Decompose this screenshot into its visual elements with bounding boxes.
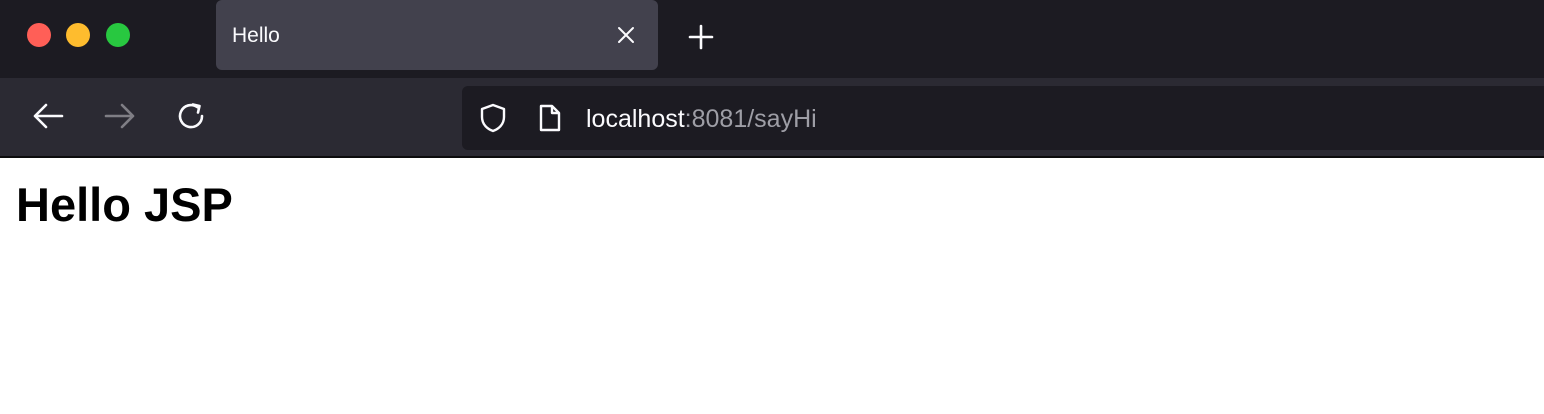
- page-content: Hello JSP: [0, 160, 1544, 414]
- plus-icon[interactable]: [686, 22, 716, 52]
- reload-icon: [176, 100, 208, 137]
- window-minimize-button[interactable]: [66, 23, 90, 47]
- tab-title: Hello: [232, 24, 280, 47]
- tab-strip: Hello: [0, 0, 1544, 78]
- close-icon[interactable]: [614, 23, 638, 47]
- tab-hello[interactable]: Hello: [216, 0, 658, 70]
- url-host: localhost: [586, 105, 685, 133]
- address-bar[interactable]: localhost:8081/sayHi: [462, 86, 1544, 150]
- url-text[interactable]: localhost:8081/sayHi: [586, 105, 817, 133]
- arrow-left-icon: [32, 102, 64, 135]
- navigation-toolbar: localhost:8081/sayHi: [0, 78, 1544, 158]
- window-maximize-button[interactable]: [106, 23, 130, 47]
- page-icon[interactable]: [536, 103, 564, 133]
- back-button[interactable]: [30, 100, 66, 136]
- reload-button[interactable]: [174, 100, 210, 136]
- url-path: :8081/sayHi: [684, 105, 817, 133]
- browser-window: Hello localhost:8081/sayHi Hello JSP: [0, 0, 1544, 414]
- forward-button[interactable]: [102, 100, 138, 136]
- window-close-button[interactable]: [27, 23, 51, 47]
- page-heading: Hello JSP: [16, 178, 233, 231]
- shield-icon[interactable]: [478, 103, 508, 133]
- arrow-right-icon: [104, 102, 136, 135]
